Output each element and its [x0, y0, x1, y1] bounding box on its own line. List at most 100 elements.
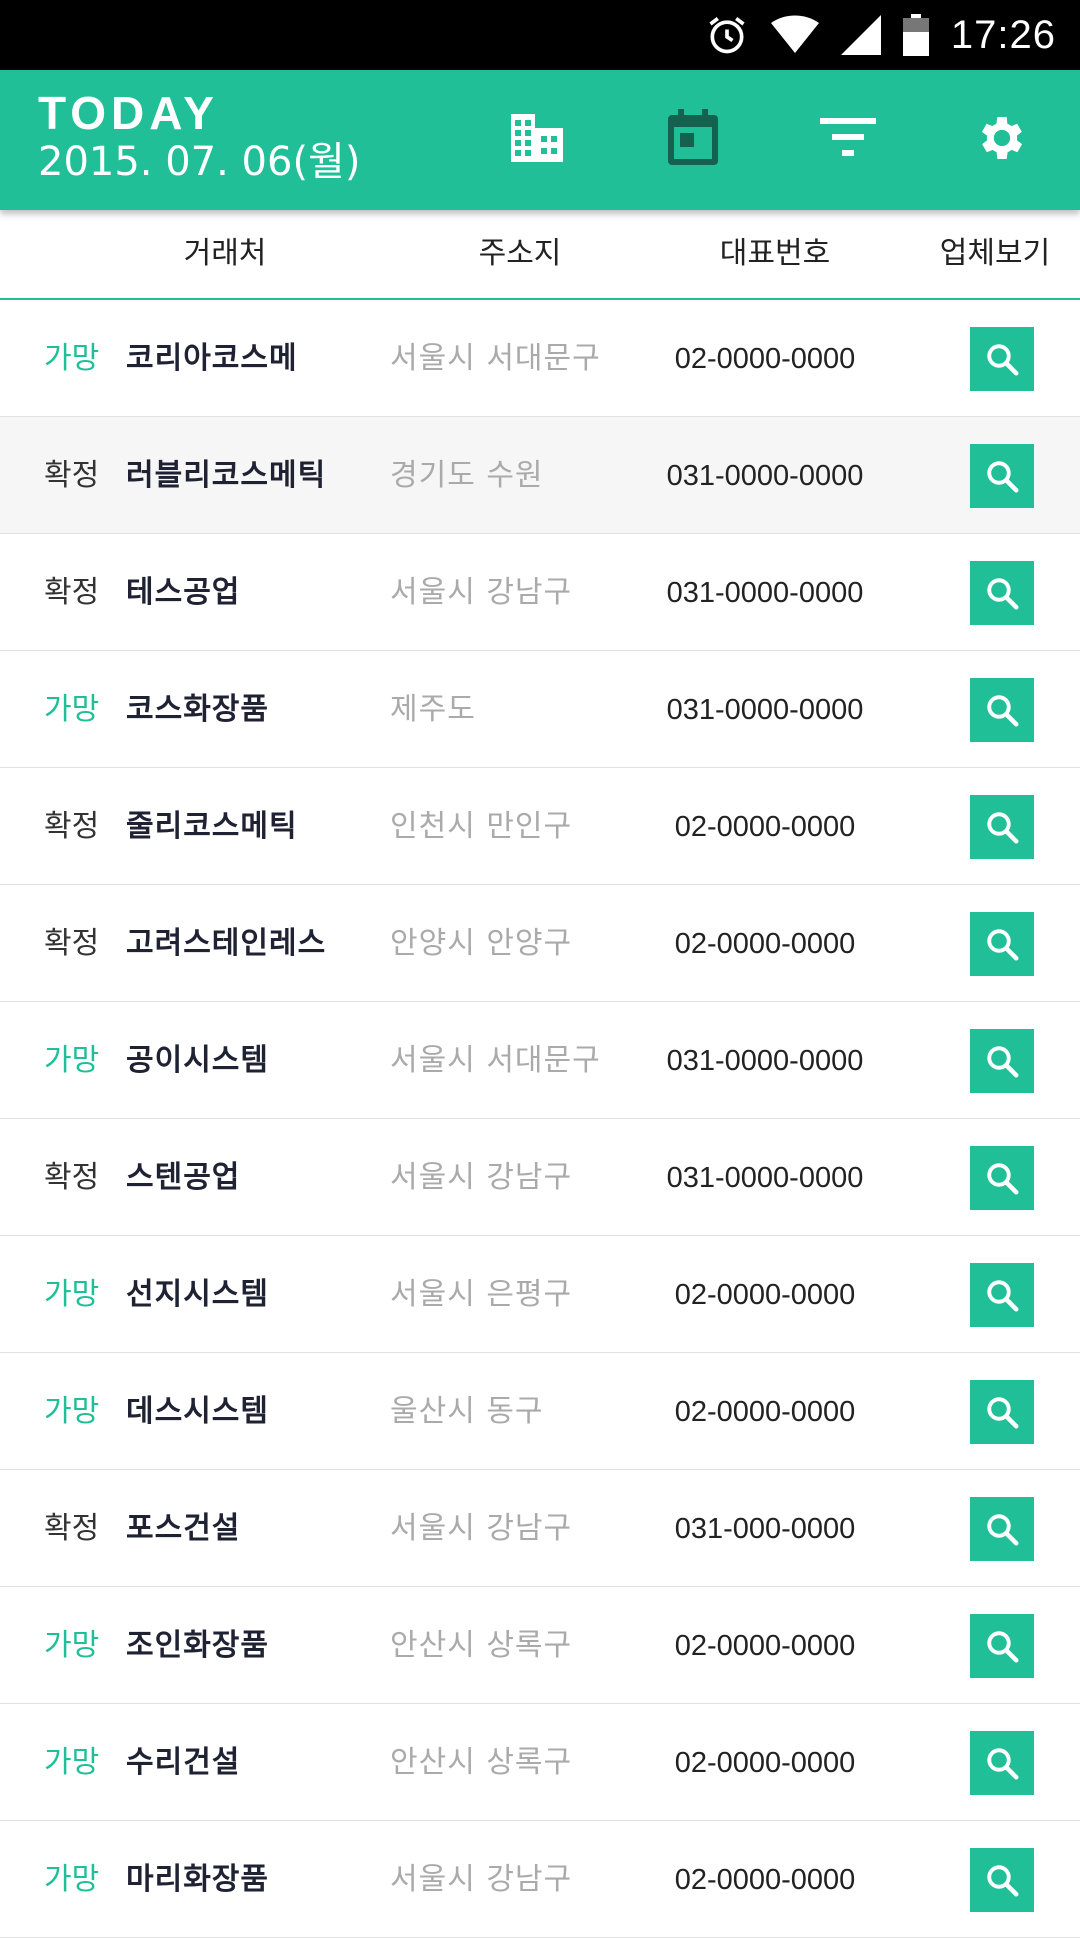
status-label: 가망 [44, 1745, 100, 1780]
table-row[interactable]: 확정 스텐공업 서울시 강남구 031-0000-0000 [0, 1119, 1080, 1236]
company-name: 러블리코스메틱 [126, 458, 327, 493]
company-phone: 031-0000-0000 [666, 694, 864, 726]
search-icon [984, 809, 1020, 845]
company-address: 서울시 강남구 [390, 575, 573, 610]
signal-icon [840, 15, 881, 55]
view-company-button[interactable] [970, 912, 1034, 976]
table-row[interactable]: 가망 코스화장품 제주도 031-0000-0000 [0, 651, 1080, 768]
view-company-button[interactable] [970, 327, 1034, 391]
company-name: 고려스테인레스 [126, 926, 327, 961]
company-name: 줄리코스메틱 [126, 809, 298, 844]
company-phone: 02-0000-0000 [674, 1864, 856, 1896]
company-name: 코스화장품 [126, 692, 269, 727]
wifi-icon [770, 15, 819, 55]
view-company-button[interactable] [970, 795, 1034, 859]
status-label: 가망 [44, 1394, 100, 1429]
table-row[interactable]: 가망 선지시스템 서울시 은평구 02-0000-0000 [0, 1236, 1080, 1353]
company-name: 마리화장품 [126, 1862, 269, 1897]
company-name: 스텐공업 [126, 1160, 241, 1195]
view-company-button[interactable] [970, 1146, 1034, 1210]
search-icon [984, 1277, 1020, 1313]
table-row[interactable]: 가망 공이시스템 서울시 서대문구 031-0000-0000 [0, 1002, 1080, 1119]
view-company-button[interactable] [970, 1263, 1034, 1327]
status-label: 가망 [44, 1862, 100, 1897]
app-bar: TODAY 2015. 07. 06(월) [0, 70, 1080, 210]
view-company-button[interactable] [970, 1614, 1034, 1678]
company-phone: 031-0000-0000 [666, 1162, 864, 1194]
battery-icon [902, 14, 929, 56]
search-icon [984, 575, 1020, 611]
company-phone: 02-0000-0000 [674, 1747, 856, 1779]
company-address: 서울시 은평구 [390, 1277, 573, 1312]
status-label: 확정 [44, 1160, 100, 1195]
search-icon [984, 1628, 1020, 1664]
company-phone: 02-0000-0000 [674, 343, 856, 375]
search-icon [984, 692, 1020, 728]
table-row[interactable]: 확정 줄리코스메틱 인천시 만인구 02-0000-0000 [0, 768, 1080, 885]
table-row[interactable]: 확정 고려스테인레스 안양시 안양구 02-0000-0000 [0, 885, 1080, 1002]
view-company-button[interactable] [970, 1848, 1034, 1912]
company-name: 코리아코스메 [126, 341, 298, 376]
search-icon [984, 1394, 1020, 1430]
table-row[interactable]: 확정 러블리코스메틱 경기도 수원 031-0000-0000 [0, 417, 1080, 534]
company-list: 가망 코리아코스메 서울시 서대문구 02-0000-0000 확정 러블리코스메틱 경기도… [0, 300, 1080, 1938]
gear-icon [974, 110, 1030, 170]
company-address: 제주도 [390, 692, 476, 727]
company-phone: 02-0000-0000 [674, 928, 856, 960]
table-row[interactable]: 가망 마리화장품 서울시 강남구 02-0000-0000 [0, 1821, 1080, 1938]
company-address: 서울시 서대문구 [390, 341, 601, 376]
status-label: 확정 [44, 809, 100, 844]
calendar-button[interactable] [653, 100, 733, 180]
filter-button[interactable] [808, 100, 888, 180]
current-date: 2015. 07. 06(월) [38, 139, 361, 185]
company-address: 서울시 서대문구 [390, 1043, 601, 1078]
clock-time: 17:26 [950, 12, 1056, 57]
view-company-button[interactable] [970, 1497, 1034, 1561]
status-label: 확정 [44, 458, 100, 493]
company-address: 서울시 강남구 [390, 1862, 573, 1897]
company-phone: 02-0000-0000 [674, 811, 856, 843]
search-icon [984, 1511, 1020, 1547]
company-name: 포스건설 [126, 1511, 241, 1546]
company-address: 경기도 수원 [390, 458, 544, 493]
status-label: 확정 [44, 575, 100, 610]
column-phone: 대표번호 [719, 236, 831, 271]
calendar-icon [666, 109, 720, 171]
table-row[interactable]: 가망 조인화장품 안산시 상록구 02-0000-0000 [0, 1587, 1080, 1704]
table-row[interactable]: 확정 테스공업 서울시 강남구 031-0000-0000 [0, 534, 1080, 651]
search-icon [984, 1043, 1020, 1079]
table-row[interactable]: 가망 코리아코스메 서울시 서대문구 02-0000-0000 [0, 300, 1080, 417]
company-address: 울산시 동구 [390, 1394, 544, 1429]
view-company-button[interactable] [970, 1029, 1034, 1093]
view-company-button[interactable] [970, 444, 1034, 508]
settings-button[interactable] [962, 100, 1042, 180]
company-button[interactable] [497, 100, 577, 180]
search-icon [984, 458, 1020, 494]
company-name: 수리건설 [126, 1745, 241, 1780]
alarm-icon [705, 13, 749, 57]
company-phone: 02-0000-0000 [674, 1396, 856, 1428]
view-company-button[interactable] [970, 1731, 1034, 1795]
view-company-button[interactable] [970, 1380, 1034, 1444]
company-phone: 031-0000-0000 [666, 577, 864, 609]
column-company: 거래처 [183, 236, 267, 271]
building-icon [507, 112, 567, 168]
company-phone: 031-000-0000 [674, 1513, 856, 1545]
search-icon [984, 1862, 1020, 1898]
status-bar: 17:26 [0, 0, 1080, 70]
search-icon [984, 1160, 1020, 1196]
company-address: 서울시 강남구 [390, 1160, 573, 1195]
column-address: 주소지 [478, 236, 562, 271]
table-row[interactable]: 가망 데스시스템 울산시 동구 02-0000-0000 [0, 1353, 1080, 1470]
table-row[interactable]: 확정 포스건설 서울시 강남구 031-000-0000 [0, 1470, 1080, 1587]
search-icon [984, 926, 1020, 962]
company-name: 테스공업 [126, 575, 241, 610]
company-phone: 031-0000-0000 [666, 460, 864, 492]
view-company-button[interactable] [970, 561, 1034, 625]
company-name: 데스시스템 [126, 1394, 269, 1429]
table-row[interactable]: 가망 수리건설 안산시 상록구 02-0000-0000 [0, 1704, 1080, 1821]
status-label: 가망 [44, 1277, 100, 1312]
company-address: 안양시 안양구 [390, 926, 573, 961]
company-address: 안산시 상록구 [390, 1628, 573, 1663]
view-company-button[interactable] [970, 678, 1034, 742]
